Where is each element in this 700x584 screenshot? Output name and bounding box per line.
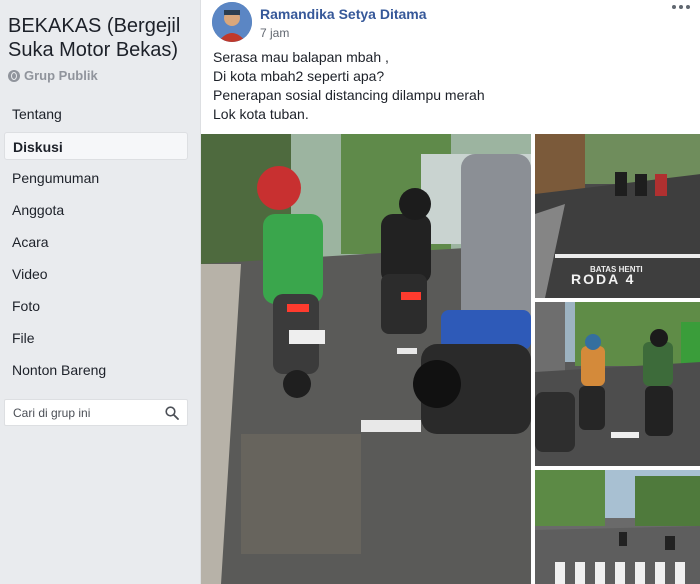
post-author-link[interactable]: Ramandika Setya Ditama [260,6,427,22]
author-avatar[interactable] [212,2,252,42]
nav-item-nonton-bareng[interactable]: Nonton Bareng [4,356,188,384]
nav-item-diskusi[interactable]: Diskusi [4,132,188,160]
post-card: Ramandika Setya Ditama 7 jam Serasa mau … [200,0,700,584]
post-line: Di kota mbah2 seperti apa? [213,68,385,84]
post-line: Penerapan sosial distancing dilampu mera… [213,87,485,103]
group-search-box [4,399,188,426]
dot [679,5,683,9]
nav-item-foto[interactable]: Foto [4,292,188,320]
group-nav: Tentang Diskusi Pengumuman Anggota Acara… [4,100,188,388]
road-marking-main: RODA 4 [571,271,635,287]
post-photo-main[interactable] [201,134,531,584]
group-title[interactable]: BEKAKAS (Bergejil Suka Motor Bekas) [8,14,194,62]
post-photo-4[interactable] [535,470,700,584]
post-photo-grid: BATAS HENTI RODA 4 [201,134,700,584]
post-line: Serasa mau balapan mbah , [213,49,389,65]
more-options-icon[interactable] [671,0,691,14]
group-search-input[interactable] [5,400,163,425]
nav-item-anggota[interactable]: Anggota [4,196,188,224]
dot [686,5,690,9]
group-privacy-text: Grup Publik [24,68,98,83]
nav-item-file[interactable]: File [4,324,188,352]
nav-item-acara[interactable]: Acara [4,228,188,256]
post-body: Serasa mau balapan mbah , Di kota mbah2 … [213,48,683,124]
nav-item-pengumuman[interactable]: Pengumuman [4,164,188,192]
nav-item-video[interactable]: Video [4,260,188,288]
globe-icon [8,69,20,82]
nav-item-tentang[interactable]: Tentang [4,100,188,128]
dot [672,5,676,9]
search-icon[interactable] [165,406,179,420]
group-sidebar: BEKAKAS (Bergejil Suka Motor Bekas) Grup… [0,0,198,584]
group-privacy-label: Grup Publik [8,68,98,83]
post-photo-2[interactable]: BATAS HENTI RODA 4 [535,134,700,298]
post-photo-3[interactable] [535,302,700,466]
post-line: Lok kota tuban. [213,106,309,122]
post-timestamp[interactable]: 7 jam [260,26,289,40]
